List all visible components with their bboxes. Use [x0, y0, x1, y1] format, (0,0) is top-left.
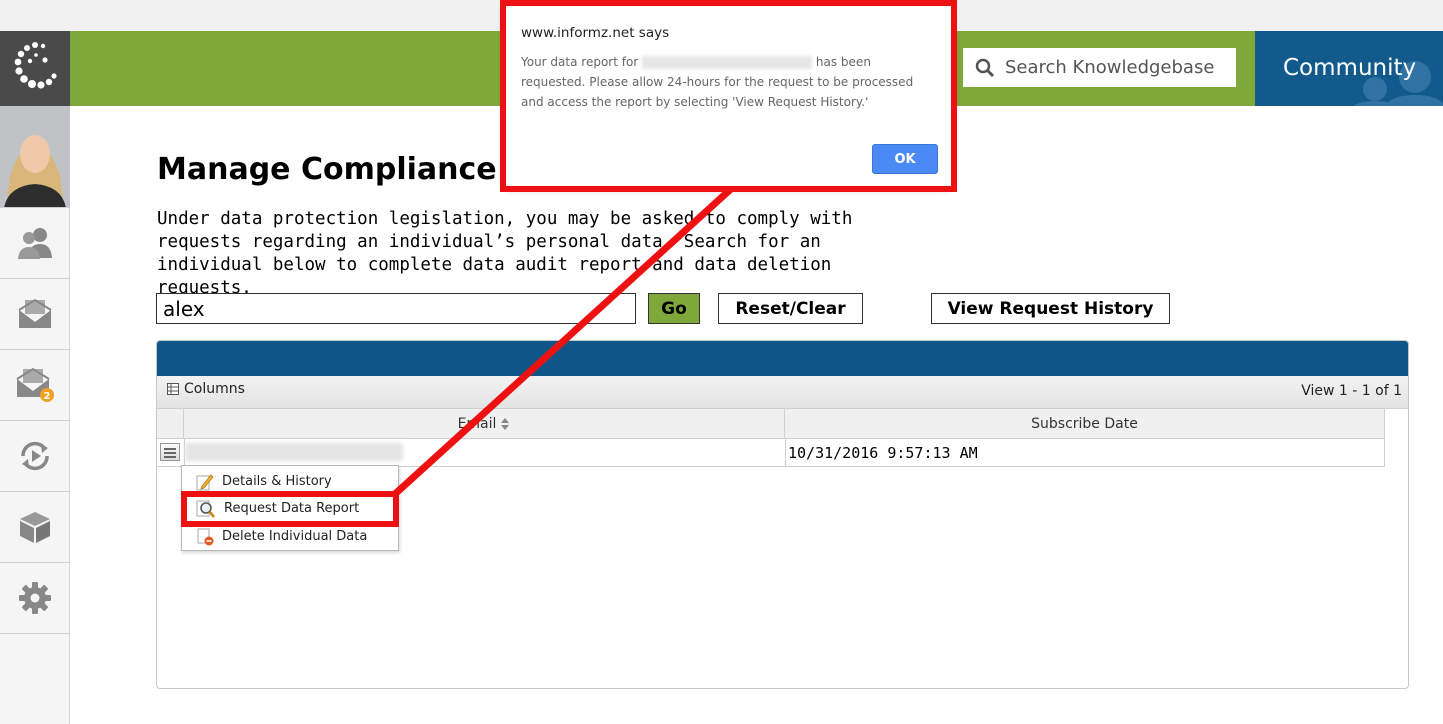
- sidebar-item-automation[interactable]: [0, 421, 70, 492]
- sidebar-item-settings[interactable]: [0, 563, 70, 634]
- envelope-icon: [18, 298, 52, 328]
- column-header-subscribe-date-label: Subscribe Date: [1031, 415, 1138, 432]
- view-count: View 1 - 1 of 1: [1301, 383, 1402, 399]
- annotation-highlight-dialog: [500, 0, 957, 192]
- page-title: Manage Compliance: [157, 152, 497, 187]
- knowledgebase-search[interactable]: Search Knowledgebase: [963, 48, 1236, 87]
- sidebar: 2: [0, 31, 70, 724]
- columns-button[interactable]: Columns: [167, 381, 245, 397]
- table-row[interactable]: 10/31/2016 9:57:13 AM: [157, 439, 1385, 467]
- box-icon: [20, 512, 50, 543]
- column-header-email-label: Email: [457, 415, 497, 432]
- row-email-redacted: [185, 443, 403, 461]
- avatar[interactable]: [0, 106, 70, 208]
- pencil-icon: [196, 473, 214, 490]
- go-button[interactable]: Go: [648, 293, 700, 324]
- envelope-queue-icon: 2: [16, 367, 54, 402]
- column-header-actions: [157, 409, 184, 439]
- queue-badge: 2: [44, 391, 51, 402]
- grid-toolbar: Columns View 1 - 1 of 1: [157, 376, 1408, 409]
- table-icon: [167, 383, 179, 395]
- sidebar-item-contacts[interactable]: [0, 208, 70, 279]
- sidebar-item-queue[interactable]: 2: [0, 350, 70, 421]
- community-label: Community: [1283, 55, 1417, 81]
- column-header-subscribe-date[interactable]: Subscribe Date: [785, 409, 1385, 439]
- menu-item-delete-individual-data[interactable]: Delete Individual Data: [182, 523, 398, 550]
- view-request-history-button[interactable]: View Request History: [931, 293, 1170, 324]
- annotation-highlight-request: [181, 491, 399, 527]
- grid-header-bar: [157, 341, 1408, 376]
- search-icon: [975, 58, 995, 77]
- individual-search-input[interactable]: [156, 293, 636, 324]
- row-actions-icon[interactable]: [160, 443, 180, 461]
- sidebar-item-mailings[interactable]: [0, 279, 70, 350]
- column-header-email[interactable]: Email: [184, 409, 785, 439]
- row-subscribe-date: 10/31/2016 9:57:13 AM: [788, 444, 978, 462]
- sort-icon: [501, 417, 510, 430]
- knowledgebase-search-placeholder: Search Knowledgebase: [1005, 57, 1215, 78]
- app-logo[interactable]: [0, 31, 70, 106]
- users-icon: [18, 228, 52, 259]
- refresh-play-icon: [21, 441, 49, 471]
- swirl-logo-icon: [14, 42, 57, 89]
- reset-clear-button[interactable]: Reset/Clear: [718, 293, 863, 324]
- delete-document-icon: [197, 528, 214, 545]
- gear-icon: [19, 582, 51, 614]
- user-photo: [0, 106, 70, 207]
- sidebar-item-assets[interactable]: [0, 492, 70, 563]
- community-link[interactable]: Community: [1255, 31, 1443, 106]
- columns-label: Columns: [184, 381, 245, 397]
- intro-text: Under data protection legislation, you m…: [157, 209, 853, 298]
